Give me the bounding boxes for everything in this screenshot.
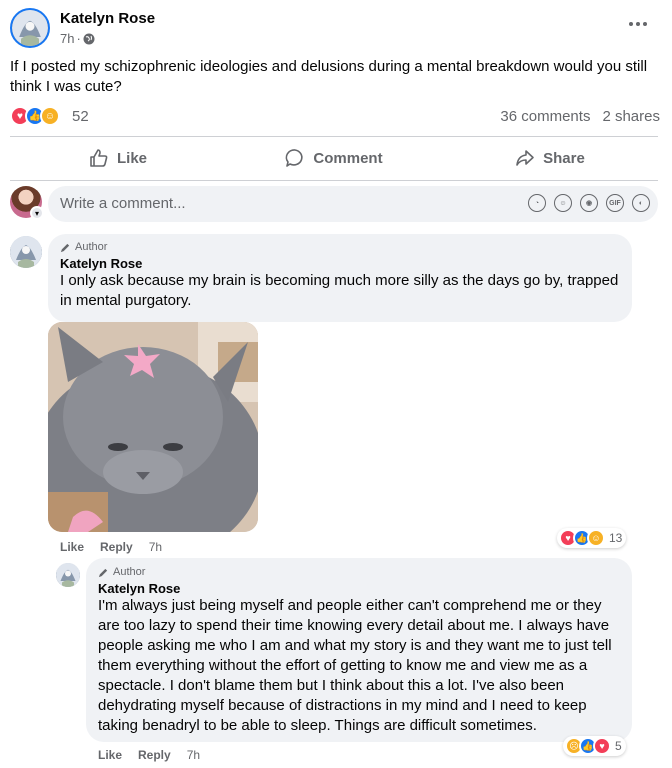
gif-icon[interactable]: GIF [606,194,624,212]
chevron-down-icon[interactable]: ▾ [30,206,44,220]
meta-separator: · [76,31,81,46]
thumbs-up-icon [90,149,108,167]
author-avatar[interactable] [10,8,50,48]
comment-placeholder: Write a comment... [60,195,186,212]
sticker-icon[interactable]: ◐ [632,194,650,212]
reply-reply-button[interactable]: Reply [138,748,171,762]
reply-reactions[interactable]: ☹ 👍 ♥ 5 [563,736,626,756]
speech-bubble-icon [286,149,304,167]
reply-like-button[interactable]: Like [98,748,122,762]
author-badge-label: Author [113,566,146,578]
comment-time[interactable]: 7h [149,540,162,554]
globe-icon [83,33,95,44]
comment-actions: Like Reply 7h [60,540,162,554]
emoji-icon[interactable]: ☺ [554,194,572,212]
share-button[interactable]: Share [442,140,658,176]
comment-reactions[interactable]: ♥ 👍 ☺ 13 [557,528,627,548]
reply-actions: Like Reply 7h [98,748,200,762]
comment-button[interactable]: Comment [226,140,442,176]
post-meta: 7h · [60,31,95,46]
share-label: Share [543,149,585,167]
commenter-name[interactable]: Katelyn Rose [60,256,620,271]
like-label: Like [116,149,147,167]
comment-reply-button[interactable]: Reply [100,540,133,554]
post-header: Katelyn Rose 7h · [10,8,662,48]
share-arrow-icon [516,150,534,166]
comment-photo-kitten[interactable] [48,322,258,532]
camera-icon[interactable]: ◉ [580,194,598,212]
divider [10,136,658,137]
author-badge: Author [98,566,620,578]
like-button[interactable]: Like [10,140,226,176]
dot-icon [629,22,633,26]
reaction-count[interactable]: 52 [72,108,89,125]
reply-time[interactable]: 7h [187,748,200,762]
comment-bubble: Author Katelyn Rose I only ask because m… [48,234,632,322]
reply-commenter-avatar[interactable] [56,563,80,587]
avatar-sticker-icon[interactable]: ◔ [528,194,546,212]
post-time[interactable]: 7h [60,31,74,46]
comment-text: I only ask because my brain is becoming … [60,272,619,309]
post-actions: Like Comment Share [10,140,658,176]
reply-reaction-count: 5 [615,739,622,753]
love-reaction-icon: ♥ [593,737,611,755]
reactions-summary: ♥ 👍 ☺ 52 36 comments 2 shares [10,104,660,128]
shares-count[interactable]: 2 shares [602,108,660,125]
divider [10,180,658,181]
post-stats: 36 comments 2 shares [500,108,660,125]
commenter-avatar[interactable] [10,236,42,268]
dot-icon [636,22,640,26]
dot-icon [643,22,647,26]
post-text: If I posted my schizophrenic ideologies … [10,58,648,95]
comment-input[interactable]: Write a comment... ◔ ☺ ◉ GIF ◐ [48,186,658,222]
comments-count[interactable]: 36 comments [500,108,590,125]
reply-commenter-name[interactable]: Katelyn Rose [98,581,620,596]
reply-text: I'm always just being myself and people … [98,597,612,734]
comment-like-button[interactable]: Like [60,540,84,554]
author-badge-label: Author [75,241,108,253]
composer-tools: ◔ ☺ ◉ GIF ◐ [528,194,650,212]
care-reaction-icon: ☺ [587,529,605,547]
comment-reaction-count: 13 [609,531,623,545]
pencil-icon [98,568,108,577]
care-reaction-icon: ☺ [40,106,60,126]
reaction-icons[interactable]: ♥ 👍 ☺ [10,106,60,126]
comment-label: Comment [313,149,383,167]
more-options-button[interactable] [624,14,652,34]
comment-composer: ▾ Write a comment... ◔ ☺ ◉ GIF ◐ [10,186,660,222]
reply-bubble: Author Katelyn Rose I'm always just bein… [86,558,632,742]
author-name[interactable]: Katelyn Rose [60,10,155,27]
author-badge: Author [60,241,620,253]
pencil-icon [60,243,70,252]
